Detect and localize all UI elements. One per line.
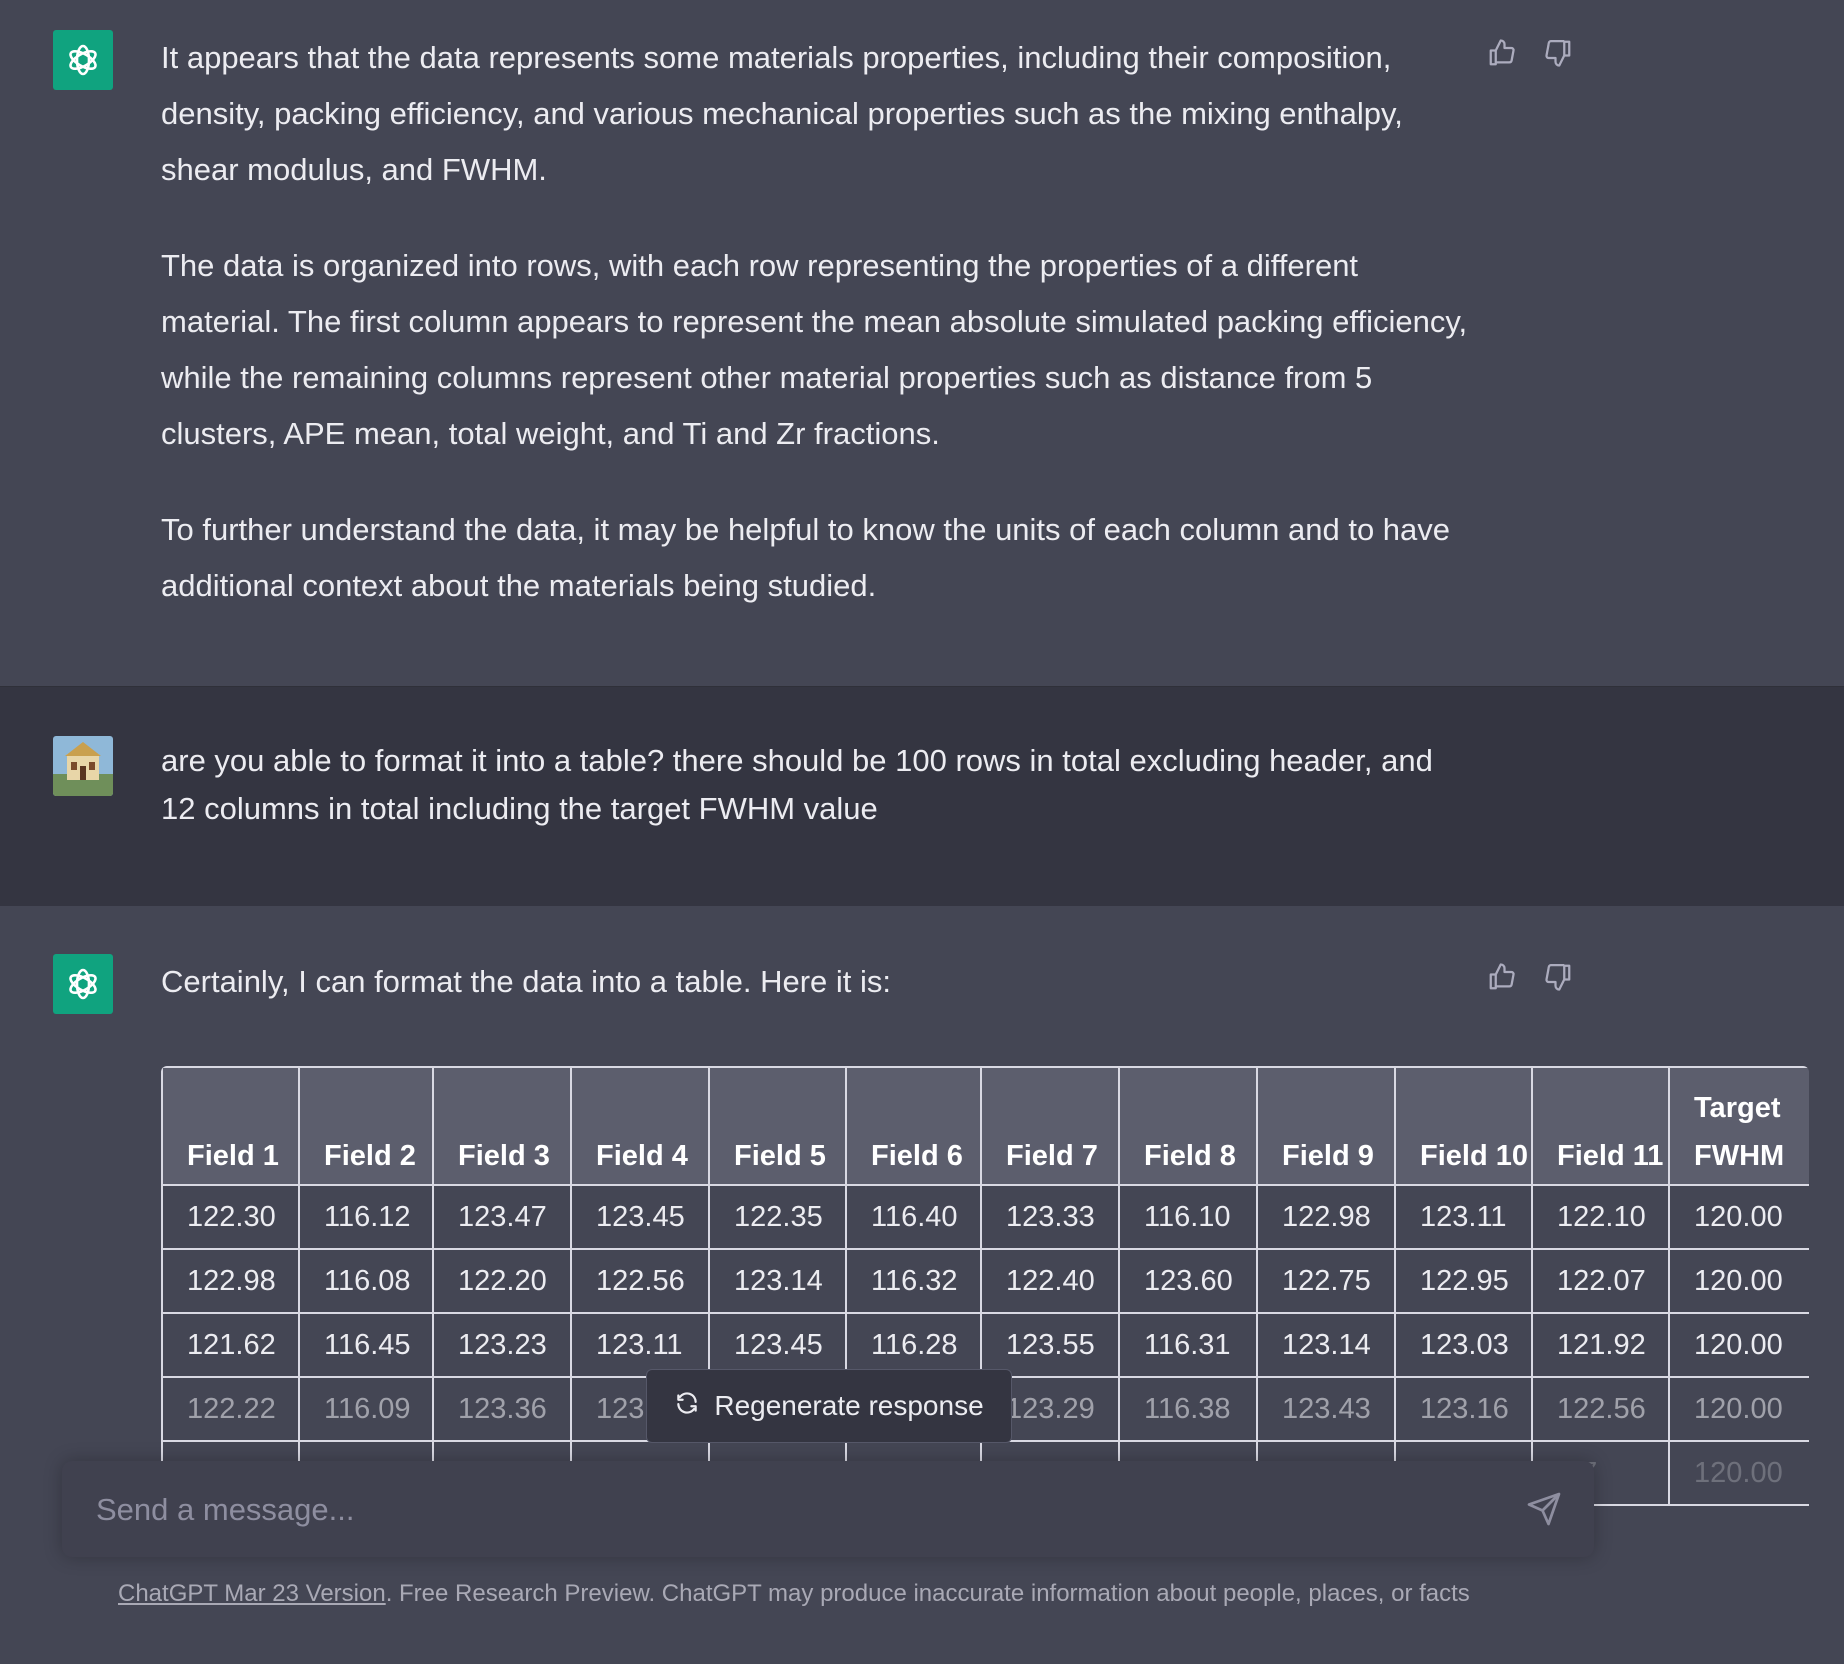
table-cell: 122.95 (1394, 1248, 1533, 1314)
table-cell: 116.09 (298, 1376, 434, 1442)
table-cell: 123.45 (570, 1184, 710, 1250)
version-link[interactable]: ChatGPT Mar 23 Version (118, 1580, 386, 1607)
table-cell: 123.11 (570, 1312, 710, 1378)
table-cell: 121.62 (161, 1312, 300, 1378)
refresh-icon (674, 1390, 700, 1423)
feedback-buttons (1487, 962, 1573, 992)
assistant-message-intro: Certainly, I can format the data into a … (161, 964, 891, 999)
thumbs-down-icon[interactable] (1543, 962, 1573, 992)
footer-disclaimer: . Free Research Preview. ChatGPT may pro… (385, 1580, 1470, 1607)
regenerate-response-button[interactable]: Regenerate response (646, 1369, 1012, 1443)
thumbs-down-icon[interactable] (1543, 38, 1573, 68)
table-cell: 123.14 (708, 1248, 847, 1314)
table-cell: 122.20 (432, 1248, 572, 1314)
table-cell: 123.36 (432, 1376, 572, 1442)
column-header: Field 7 (980, 1066, 1120, 1186)
assistant-message-text: It appears that the data represents some… (161, 30, 1471, 654)
table-cell: 122.98 (161, 1248, 300, 1314)
table-cell: 123.14 (1256, 1312, 1396, 1378)
table-row: 121.62 116.45 123.23 123.11 123.45 116.2… (161, 1312, 1809, 1378)
table-cell: 116.45 (298, 1312, 434, 1378)
openai-logo-icon (53, 30, 113, 90)
table-cell: 120.00 (1668, 1312, 1809, 1378)
column-header: Field 6 (845, 1066, 982, 1186)
column-header: Field 5 (708, 1066, 847, 1186)
column-header: Field 1 (161, 1066, 300, 1186)
message-paragraph: The data is organized into rows, with ea… (161, 248, 1468, 451)
message-input-box (62, 1461, 1594, 1559)
table-cell: 122.56 (570, 1248, 710, 1314)
table-cell: 122.07 (1531, 1248, 1670, 1314)
table-cell: 116.12 (298, 1184, 434, 1250)
table-cell: 123.03 (1394, 1312, 1533, 1378)
table-cell: 116.40 (845, 1184, 982, 1250)
table-cell: 123.55 (980, 1312, 1120, 1378)
table-cell: 122.75 (1256, 1248, 1396, 1314)
table-cell: 123.23 (432, 1312, 572, 1378)
table-cell: 116.28 (845, 1312, 982, 1378)
table-cell: 116.08 (298, 1248, 434, 1314)
column-header: Field 9 (1256, 1066, 1396, 1186)
assistant-message: It appears that the data represents some… (0, 0, 1844, 686)
table-row: 122.30 116.12 123.47 123.45 122.35 116.4… (161, 1184, 1809, 1250)
column-header: Field 11 (1531, 1066, 1670, 1186)
regenerate-response-label: Regenerate response (714, 1390, 984, 1421)
column-header: Field 4 (570, 1066, 710, 1186)
table-row: 122.98 116.08 122.20 122.56 123.14 116.3… (161, 1248, 1809, 1314)
send-icon[interactable] (1526, 1491, 1562, 1527)
table-cell: 116.31 (1118, 1312, 1258, 1378)
user-message-text: are you able to format it into a table? … (161, 743, 1433, 826)
table-cell: 122.40 (980, 1248, 1120, 1314)
table-cell: 120.00 (1668, 1184, 1809, 1250)
table-cell: 121.92 (1531, 1312, 1670, 1378)
user-message: are you able to format it into a table? … (0, 686, 1844, 908)
user-avatar (53, 736, 113, 796)
table-cell: 123.47 (432, 1184, 572, 1250)
table-cell: 123.11 (1394, 1184, 1533, 1250)
table-cell: 116.38 (1118, 1376, 1258, 1442)
table-cell: 116.10 (1118, 1184, 1258, 1250)
table-cell: 122.10 (1531, 1184, 1670, 1250)
feedback-buttons (1487, 38, 1573, 68)
table-cell: 122.98 (1256, 1184, 1396, 1250)
table-cell: 123.45 (708, 1312, 847, 1378)
thumbs-up-icon[interactable] (1487, 38, 1517, 68)
column-header: Field 10 (1394, 1066, 1533, 1186)
openai-logo-icon (53, 954, 113, 1014)
column-header: Field 3 (432, 1066, 572, 1186)
message-input[interactable] (94, 1461, 1498, 1559)
message-paragraph: To further understand the data, it may b… (161, 512, 1451, 603)
table-cell: 120.00 (1668, 1440, 1809, 1506)
table-cell: 122.56 (1531, 1376, 1670, 1442)
table-cell: 123.33 (980, 1184, 1120, 1250)
column-header: Field 8 (1118, 1066, 1258, 1186)
table-header-row: Field 1 Field 2 Field 3 Field 4 Field 5 … (161, 1066, 1809, 1186)
message-paragraph: It appears that the data represents some… (161, 40, 1403, 187)
table-cell: 123.43 (1256, 1376, 1396, 1442)
table-cell: 122.35 (708, 1184, 847, 1250)
table-cell: 120.00 (1668, 1376, 1809, 1442)
table-cell: 122.30 (161, 1184, 300, 1250)
column-header: Field 2 (298, 1066, 434, 1186)
table-cell: 120.00 (1668, 1248, 1809, 1314)
table-cell: 123.60 (1118, 1248, 1258, 1314)
table-cell: 116.32 (845, 1248, 982, 1314)
thumbs-up-icon[interactable] (1487, 962, 1517, 992)
data-table-container: Field 1 Field 2 Field 3 Field 4 Field 5 … (161, 1066, 1809, 1526)
column-header: Target FWHM (1668, 1066, 1809, 1186)
table-cell: 122.22 (161, 1376, 300, 1442)
table-cell: 123.16 (1394, 1376, 1533, 1442)
